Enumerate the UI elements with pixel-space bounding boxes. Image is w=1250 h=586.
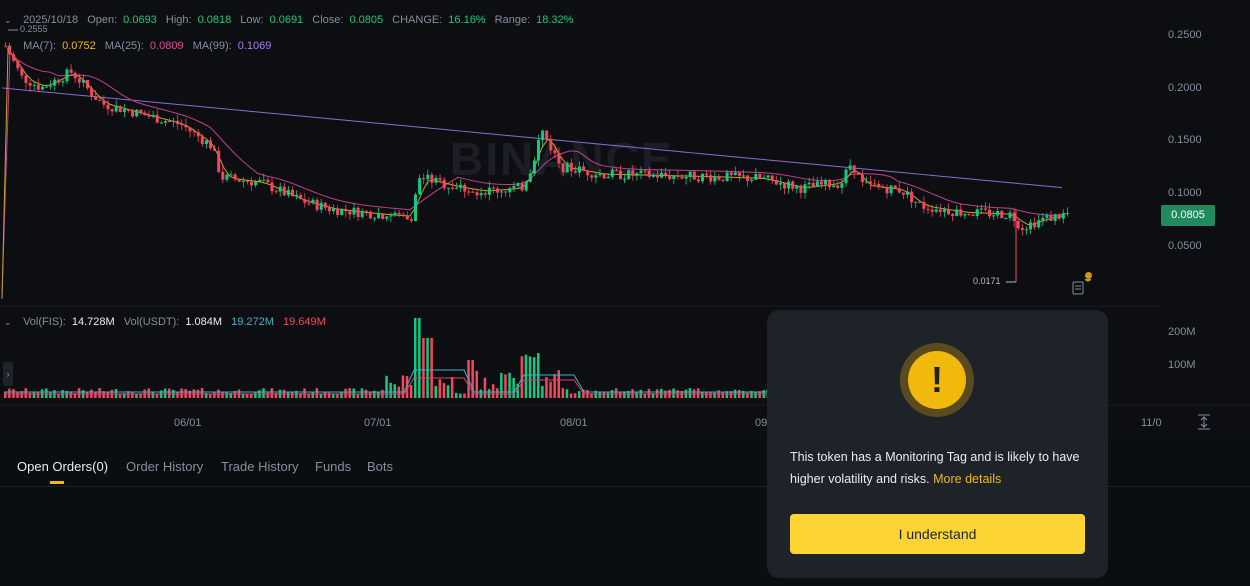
fit-screen-icon[interactable] xyxy=(1197,414,1211,430)
notes-icon[interactable] xyxy=(1071,274,1092,297)
dialog-message: This token has a Monitoring Tag and is l… xyxy=(790,446,1090,490)
chevron-down-icon[interactable]: ⌄ xyxy=(4,15,14,26)
ma99-label: MA(99): xyxy=(192,40,232,52)
warning-icon: ! xyxy=(900,343,974,417)
change-label: CHANGE: xyxy=(392,14,443,26)
vol-fis-value: 14.728M xyxy=(71,316,115,328)
high-value: 0.0818 xyxy=(197,14,232,26)
volume-row: ⌄ Vol(FIS): 14.728M Vol(USDT): 1.084M 19.2… xyxy=(4,316,332,328)
tab-order-history[interactable]: Order History xyxy=(126,459,203,474)
time-axis-label: 08/01 xyxy=(560,417,588,429)
close-label: Close: xyxy=(312,14,344,26)
low-value: 0.0691 xyxy=(269,14,304,26)
range-label: Range: xyxy=(494,14,531,26)
tab-bots[interactable]: Bots xyxy=(367,459,393,474)
high-marker: 0.2555 xyxy=(20,24,48,34)
ma25-value: 0.0809 xyxy=(149,40,184,52)
vol-ma2-value: 19.649M xyxy=(283,316,326,328)
price-axis-label: 0.0500 xyxy=(1168,240,1202,252)
ma7-label: MA(7): xyxy=(23,40,57,52)
tab-trade-history[interactable]: Trade History xyxy=(221,459,299,474)
time-axis-label: 09 xyxy=(755,417,768,429)
chevron-down-icon[interactable]: ⌄ xyxy=(4,317,14,328)
volume-axis-label: 200M xyxy=(1168,326,1196,338)
tab-open-orders[interactable]: Open Orders(0) xyxy=(17,459,108,474)
time-axis-label: 07/01 xyxy=(364,417,392,429)
chevron-down-icon[interactable]: ⌄ xyxy=(4,41,14,52)
change-value: 16.16% xyxy=(448,14,486,26)
volume-axis-label: 100M xyxy=(1168,359,1196,371)
more-details-link[interactable]: More details xyxy=(933,472,1001,486)
notification-dot xyxy=(1085,272,1092,279)
open-label: Open: xyxy=(87,14,118,26)
scroll-left-handle[interactable]: › xyxy=(3,362,13,386)
vol-usdt-label: Vol(USDT): xyxy=(123,316,180,328)
time-axis-label: 11/0 xyxy=(1141,417,1162,429)
open-value: 0.0693 xyxy=(123,14,157,26)
price-axis-label: 0.2500 xyxy=(1168,29,1202,41)
ma7-value: 0.0752 xyxy=(62,40,96,52)
vol-usdt-value: 1.084M xyxy=(185,316,223,328)
price-axis-label: 0.1000 xyxy=(1168,187,1202,199)
ma-row: ⌄ MA(7): 0.0752 MA(25): 0.0809 MA(99): 0.10… xyxy=(4,40,277,52)
close-value: 0.0805 xyxy=(349,14,384,26)
vol-fis-label: Vol(FIS): xyxy=(23,316,66,328)
monitoring-tag-dialog: ! This token has a Monitoring Tag and is… xyxy=(767,310,1108,578)
low-marker: 0.0171 xyxy=(973,276,1001,286)
understand-button[interactable]: I understand xyxy=(790,514,1085,554)
high-label: High: xyxy=(165,14,192,26)
ma25-label: MA(25): xyxy=(104,40,144,52)
active-tab-indicator xyxy=(50,481,64,484)
ma99-value: 0.1069 xyxy=(237,40,272,52)
time-axis-label: 06/01 xyxy=(174,417,202,429)
current-price-tag: 0.0805 xyxy=(1161,205,1215,226)
price-axis-label: 0.2000 xyxy=(1168,82,1202,94)
exclamation-icon: ! xyxy=(908,351,966,409)
tab-funds[interactable]: Funds xyxy=(315,459,351,474)
range-value: 18.32% xyxy=(536,14,574,26)
ohlc-row: ⌄ 2025/10/18 Open: 0.0693 High: 0.0818 Low… xyxy=(4,14,579,26)
vol-ma1-value: 19.272M xyxy=(231,316,274,328)
low-label: Low: xyxy=(240,14,264,26)
price-axis-label: 0.1500 xyxy=(1168,134,1202,146)
